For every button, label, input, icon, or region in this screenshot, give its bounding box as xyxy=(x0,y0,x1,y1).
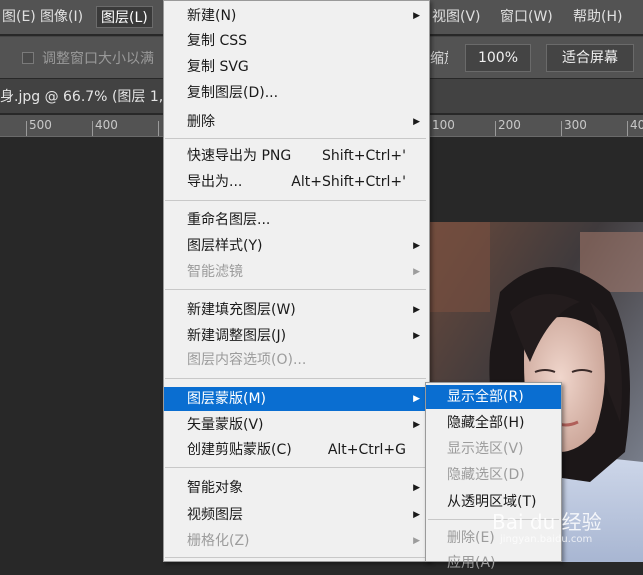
menu-item-label: 重命名图层... xyxy=(187,212,271,228)
menu-item-shortcut: Shift+Ctrl+' xyxy=(321,148,406,164)
menu-item-label: 矢量蒙版(V) xyxy=(187,417,264,433)
menu-item-label: 栅格化(Z) xyxy=(187,533,250,549)
menubar-item-view[interactable]: 视图(V) xyxy=(428,6,485,28)
ruler-tick-label: 400 xyxy=(95,118,118,132)
ruler-tick xyxy=(26,121,27,136)
submenu-item-label: 隐藏选区(D) xyxy=(447,467,525,483)
menu-item-delete[interactable]: 删除 ▶ xyxy=(164,110,429,134)
menu-item-new-adjustment-layer[interactable]: 新建调整图层(J) ▶ xyxy=(164,324,429,348)
menu-item-copy-svg[interactable]: 复制 SVG xyxy=(164,55,429,79)
ruler-tick-label: 300 xyxy=(564,118,587,132)
menu-item-shortcut: Alt+Ctrl+G xyxy=(327,442,406,458)
menu-item-duplicate-layer[interactable]: 复制图层(D)... xyxy=(164,81,429,105)
zoom-value-button[interactable]: 100% xyxy=(465,44,531,72)
submenu-item-reveal-selection[interactable]: 显示选区(V) xyxy=(426,437,561,461)
menu-item-layer-style[interactable]: 图层样式(Y) ▶ xyxy=(164,234,429,258)
submenu-arrow-icon: ▶ xyxy=(413,536,420,546)
menu-item-new[interactable]: 新建(N) ▶ xyxy=(164,4,429,28)
menu-item-smart-object[interactable]: 智能对象 ▶ xyxy=(164,476,429,500)
fit-screen-button[interactable]: 适合屏幕 xyxy=(546,44,634,72)
menu-item-layer-content-options[interactable]: 图层内容选项(O)... xyxy=(164,348,429,372)
submenu-item-hide-selection[interactable]: 隐藏选区(D) xyxy=(426,463,561,487)
menu-item-label: 复制图层(D)... xyxy=(187,85,279,101)
ruler-tick xyxy=(158,121,159,136)
menu-item-shortcut: Alt+Shift+Ctrl+' xyxy=(291,174,406,190)
menu-item-layer-mask[interactable]: 图层蒙版(M) ▶ xyxy=(164,387,429,411)
submenu-arrow-icon: ▶ xyxy=(413,241,420,251)
menu-item-label: 新建调整图层(J) xyxy=(187,328,287,344)
submenu-arrow-icon: ▶ xyxy=(413,420,420,430)
submenu-item-label: 显示选区(V) xyxy=(447,441,524,457)
menu-item-label: 视频图层 xyxy=(187,507,243,523)
menubar-item-image[interactable]: 图像(I) xyxy=(36,6,87,28)
ruler-tick-label: 100 xyxy=(432,118,455,132)
submenu-arrow-icon: ▶ xyxy=(413,331,420,341)
menu-item-quick-export-png[interactable]: 快速导出为 PNG Shift+Ctrl+' xyxy=(164,144,429,168)
menu-item-vector-mask[interactable]: 矢量蒙版(V) ▶ xyxy=(164,413,429,437)
menu-item-label: 图层蒙版(M) xyxy=(187,391,267,407)
ruler-tick xyxy=(561,121,562,136)
menu-item-create-clipping-mask[interactable]: 创建剪贴蒙版(C) Alt+Ctrl+G xyxy=(164,438,429,462)
ruler-tick xyxy=(92,121,93,136)
submenu-item-reveal-all[interactable]: 显示全部(R) xyxy=(426,385,561,409)
menubar-item-edit[interactable]: 图(E) xyxy=(0,6,40,28)
menubar-item-window[interactable]: 窗口(W) xyxy=(496,6,557,28)
baidu-watermark-url: jingyan.baidu.com xyxy=(500,534,593,545)
ruler-tick-label: 400 xyxy=(630,118,643,132)
submenu-arrow-icon: ▶ xyxy=(413,394,420,404)
ruler-tick xyxy=(495,121,496,136)
submenu-arrow-icon: ▶ xyxy=(413,117,420,127)
baidu-watermark: Bai du 经验 xyxy=(492,510,602,534)
submenu-item-apply[interactable]: 应用(A) xyxy=(426,551,561,575)
ruler-tick-label: 200 xyxy=(498,118,521,132)
menu-item-label: 导出为... xyxy=(187,174,243,190)
submenu-arrow-icon: ▶ xyxy=(413,11,420,21)
menu-item-label: 新建(N) xyxy=(187,8,237,24)
menu-item-new-fill-layer[interactable]: 新建填充图层(W) ▶ xyxy=(164,298,429,322)
menu-item-label: 图层样式(Y) xyxy=(187,238,263,254)
menu-separator xyxy=(165,378,426,379)
submenu-arrow-icon: ▶ xyxy=(413,267,420,277)
submenu-item-hide-all[interactable]: 隐藏全部(H) xyxy=(426,411,561,435)
document-tab[interactable]: 身.jpg @ 66.7% (图层 1, xyxy=(0,86,163,106)
menu-separator xyxy=(165,557,426,558)
menu-separator xyxy=(165,138,426,139)
submenu-arrow-icon: ▶ xyxy=(413,510,420,520)
ruler-tick-label: 500 xyxy=(29,118,52,132)
submenu-item-label: 隐藏全部(H) xyxy=(447,415,525,431)
menu-item-rasterize[interactable]: 栅格化(Z) ▶ xyxy=(164,529,429,553)
zoom-label: 缩放 xyxy=(430,51,448,67)
resize-windows-label: 调整窗口大小以满 xyxy=(42,51,154,67)
resize-windows-checkbox[interactable] xyxy=(22,52,34,64)
submenu-arrow-icon: ▶ xyxy=(413,483,420,493)
submenu-item-label: 应用(A) xyxy=(447,555,496,571)
menu-item-smart-filter[interactable]: 智能滤镜 ▶ xyxy=(164,260,429,284)
submenu-item-label: 显示全部(R) xyxy=(447,389,524,405)
menubar-item-layer[interactable]: 图层(L) xyxy=(96,6,153,28)
menu-item-export-as[interactable]: 导出为... Alt+Shift+Ctrl+' xyxy=(164,170,429,194)
menu-item-video-layer[interactable]: 视频图层 ▶ xyxy=(164,503,429,527)
menu-item-label: 快速导出为 PNG xyxy=(187,148,292,164)
menu-item-rename-layer[interactable]: 重命名图层... xyxy=(164,208,429,232)
submenu-item-label: 删除(E) xyxy=(447,530,495,546)
menu-item-label: 复制 SVG xyxy=(187,59,249,75)
menu-separator xyxy=(165,200,426,201)
menu-item-label: 智能滤镜 xyxy=(187,264,243,280)
menu-item-label: 复制 CSS xyxy=(187,33,247,49)
menu-item-label: 删除 xyxy=(187,114,215,130)
menu-item-label: 智能对象 xyxy=(187,480,243,496)
menu-separator xyxy=(165,289,426,290)
menu-separator xyxy=(165,467,426,468)
menu-item-label: 新建填充图层(W) xyxy=(187,302,296,318)
submenu-arrow-icon: ▶ xyxy=(413,305,420,315)
menu-item-label: 创建剪贴蒙版(C) xyxy=(187,442,292,458)
menu-item-copy-css[interactable]: 复制 CSS xyxy=(164,29,429,53)
ruler-tick xyxy=(627,121,628,136)
menubar-item-help[interactable]: 帮助(H) xyxy=(569,6,626,28)
menu-item-label: 图层内容选项(O)... xyxy=(187,352,307,368)
